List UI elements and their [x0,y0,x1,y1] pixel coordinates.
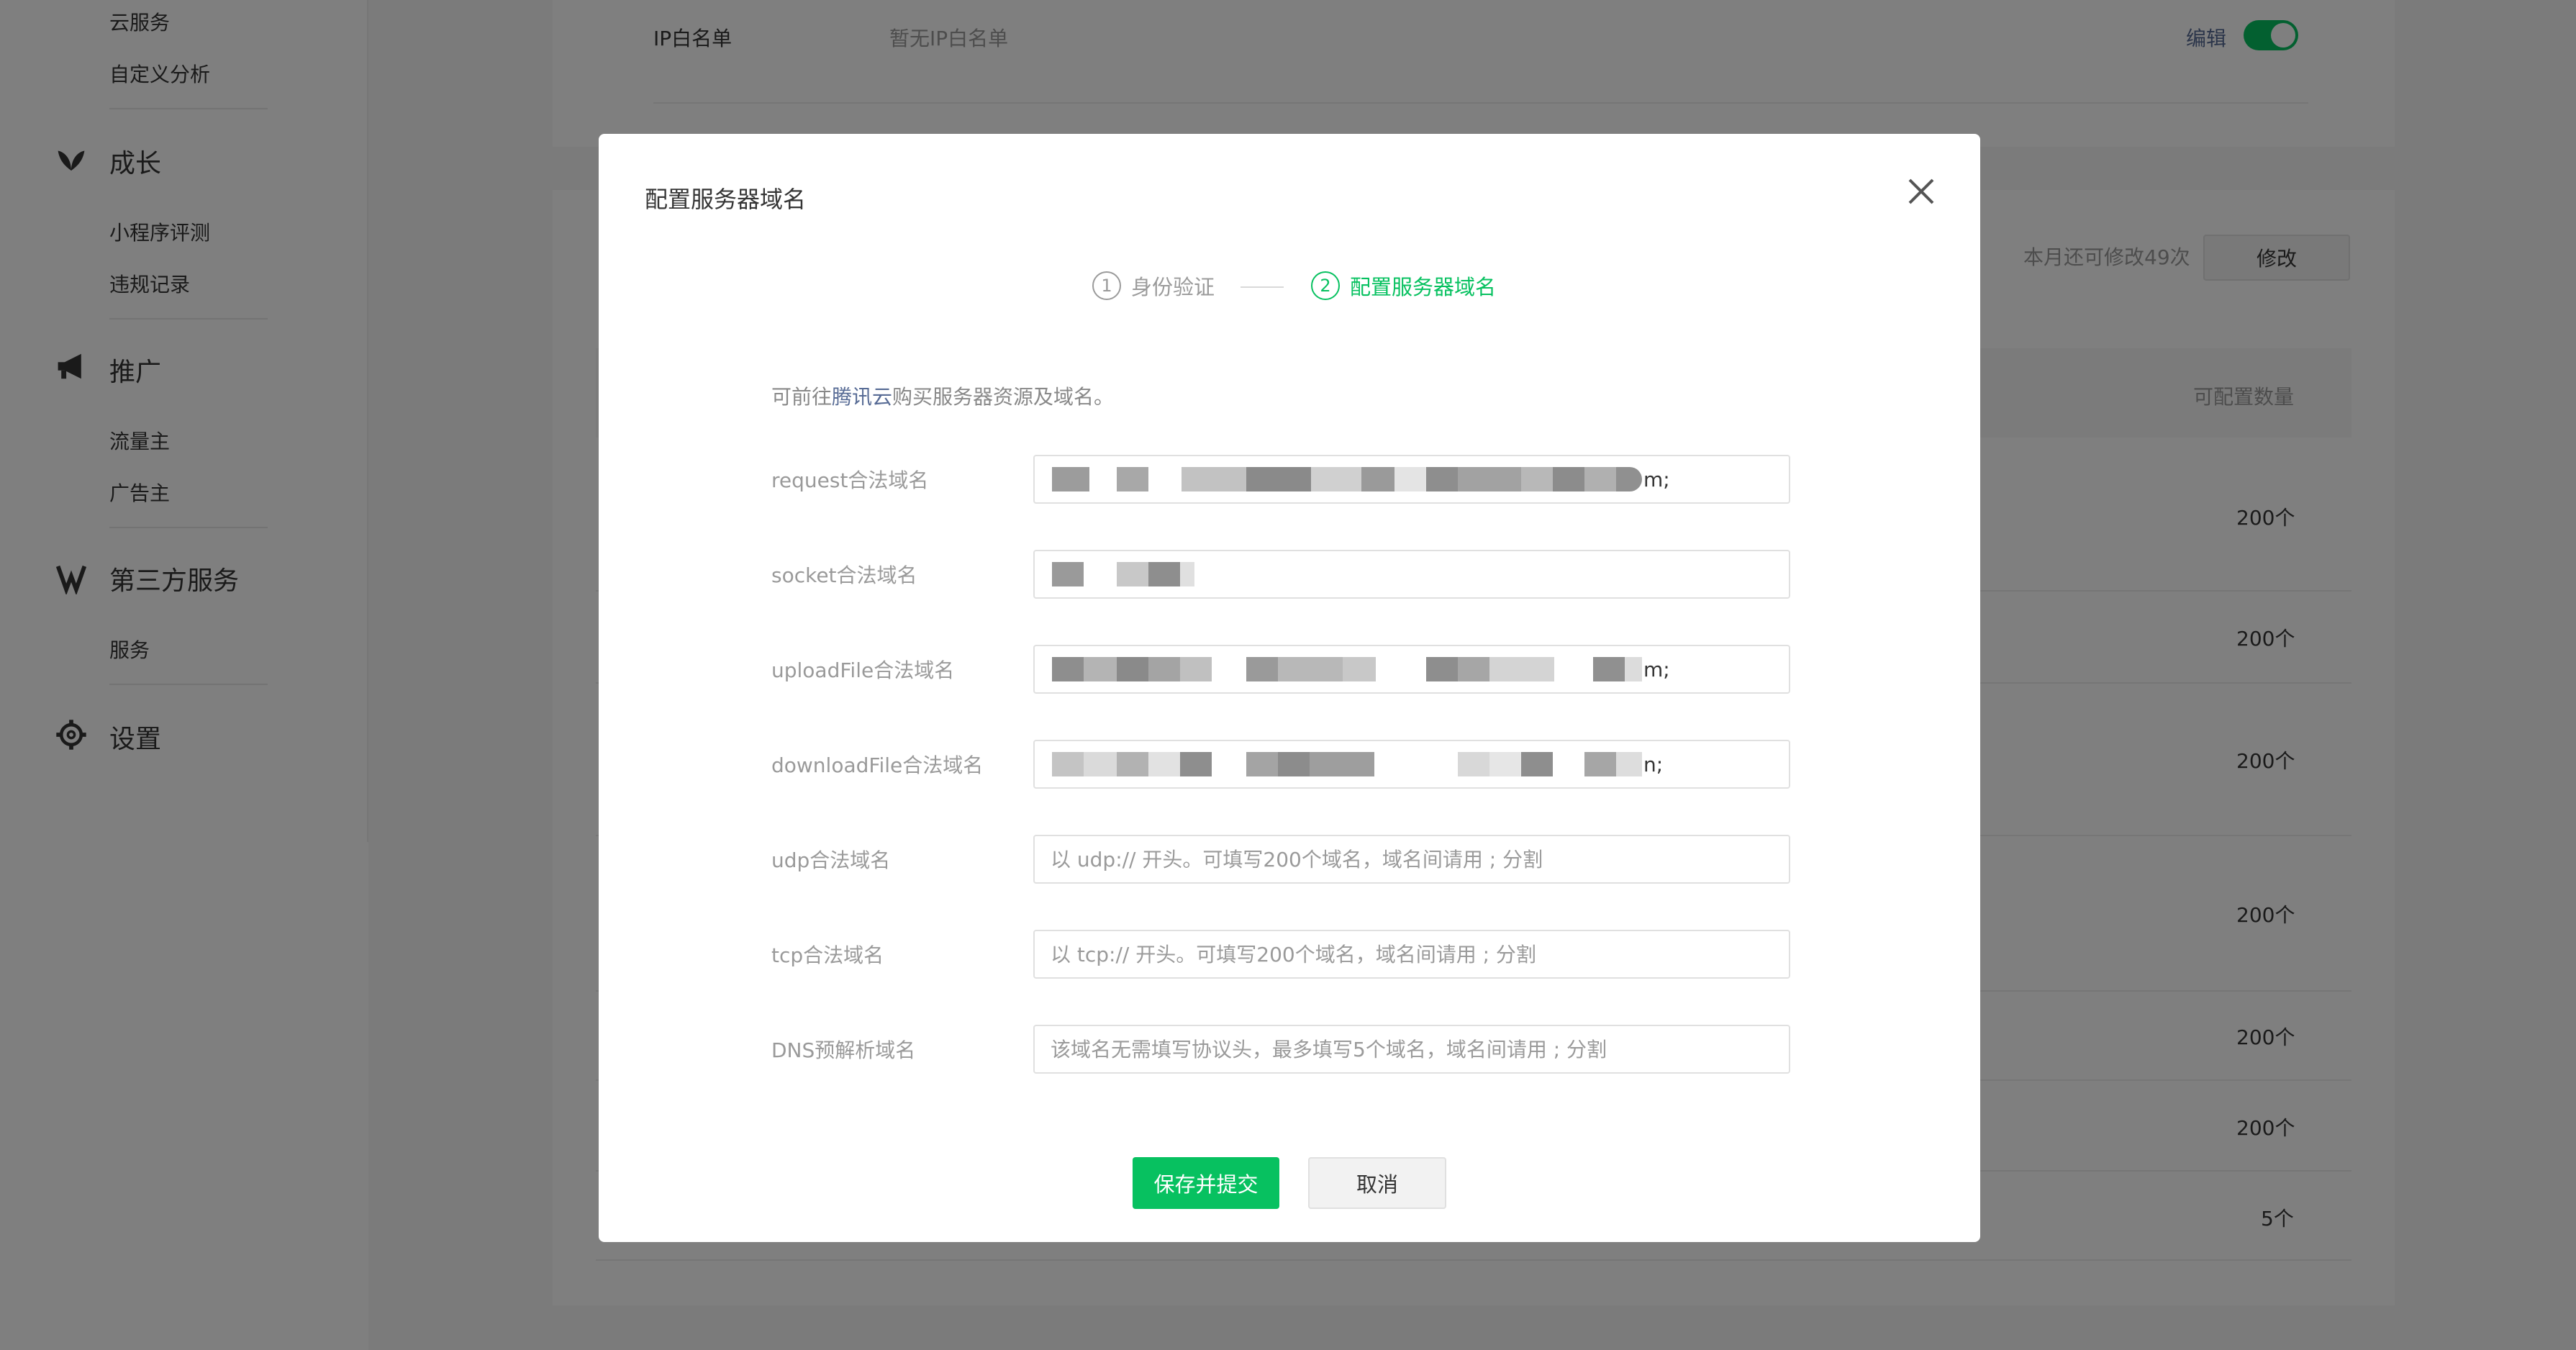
download-domain-input[interactable] [1033,740,1790,789]
dns-prefetch-label: DNS预解析域名 [771,1038,916,1062]
socket-domain-label: socket合法域名 [771,563,917,587]
step-configure-domain: 2 配置服务器域名 [1311,271,1496,301]
step-identity-verification: 1 身份验证 [1092,271,1215,301]
server-domain-dialog: 配置服务器域名 1 身份验证 2 配置服务器域名 可前往腾讯云购买服务器资源及域… [599,134,1980,1242]
upload-domain-label: uploadFile合法域名 [771,658,955,682]
tcp-domain-label: tcp合法域名 [771,943,884,967]
step-label: 身份验证 [1131,275,1215,299]
cancel-button[interactable]: 取消 [1308,1157,1446,1209]
step-number: 1 [1092,271,1121,300]
step-label: 配置服务器域名 [1350,275,1497,299]
udp-domain-label: udp合法域名 [771,848,891,872]
save-submit-button[interactable]: 保存并提交 [1133,1157,1279,1209]
intro-suffix: 购买服务器资源及域名。 [892,385,1115,409]
tcp-domain-input[interactable] [1033,930,1790,979]
request-domain-input[interactable] [1033,455,1790,504]
intro-text: 可前往腾讯云购买服务器资源及域名。 [771,381,1114,410]
intro-prefix: 可前往 [771,385,833,409]
close-icon[interactable] [1900,170,1943,213]
stepper: 1 身份验证 2 配置服务器域名 [599,271,1980,314]
socket-domain-input[interactable] [1033,550,1790,599]
udp-domain-input[interactable] [1033,835,1790,884]
step-connector [1241,286,1284,288]
step-number: 2 [1311,271,1340,300]
request-domain-label: request合法域名 [771,468,929,492]
upload-domain-input[interactable] [1033,645,1790,694]
download-domain-label: downloadFile合法域名 [771,753,984,777]
tencent-cloud-link[interactable]: 腾讯云 [832,385,892,409]
dialog-title: 配置服务器域名 [645,186,807,213]
dns-prefetch-input[interactable] [1033,1025,1790,1074]
